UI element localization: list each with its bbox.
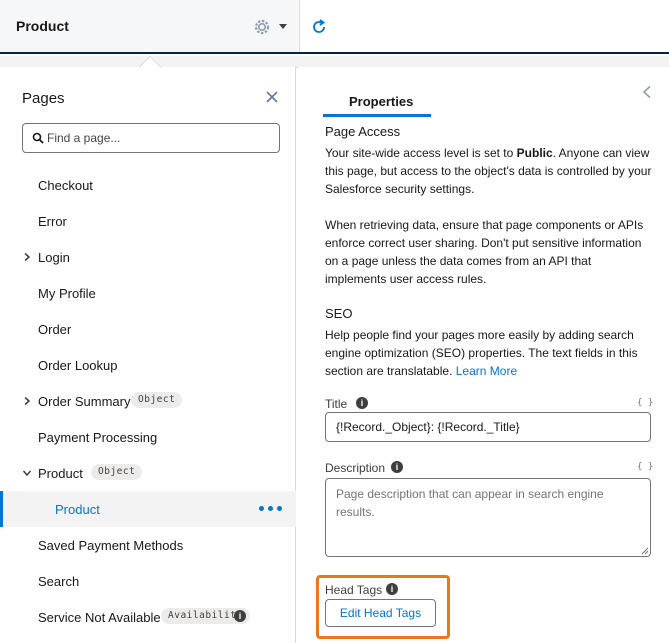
- tab-properties[interactable]: Properties: [323, 85, 431, 117]
- pages-panel: Pages Checkout Error Login My Profile Or…: [0, 67, 296, 643]
- object-badge: Object: [131, 392, 183, 408]
- more-actions-icon[interactable]: [259, 506, 283, 512]
- description-field-label: Description: [325, 461, 386, 475]
- caret-down-icon[interactable]: [279, 24, 287, 29]
- merge-field-icon[interactable]: { }: [637, 462, 653, 472]
- list-item[interactable]: Order: [0, 311, 296, 347]
- pages-panel-title: Pages: [22, 90, 65, 107]
- object-badge: Object: [91, 464, 143, 480]
- list-item[interactable]: Error: [0, 203, 296, 239]
- close-icon[interactable]: [264, 89, 280, 105]
- page-access-warning: When retrieving data, ensure that page c…: [325, 218, 644, 286]
- page-selector[interactable]: Product: [0, 0, 300, 52]
- page-item-label: Order Summary: [38, 394, 131, 409]
- merge-field-icon[interactable]: { }: [637, 398, 653, 408]
- properties-panel: Properties Page Access Your site-wide ac…: [297, 67, 669, 643]
- list-item[interactable]: Login: [0, 239, 296, 275]
- title-field[interactable]: {!Record._Object}: {!Record._Title}: [325, 412, 651, 442]
- page-item-label: Search: [38, 574, 80, 589]
- page-item-label: Login: [38, 250, 70, 265]
- list-item[interactable]: Payment Processing: [0, 419, 296, 455]
- current-page-name: Product: [16, 18, 69, 34]
- list-item[interactable]: Service Not Available Availability i: [0, 599, 296, 635]
- page-item-label: Saved Payment Methods: [38, 538, 184, 553]
- page-access-text: Your site-wide access level is set to Pu…: [325, 146, 652, 196]
- refresh-icon[interactable]: [309, 17, 329, 37]
- info-icon[interactable]: i: [386, 583, 398, 595]
- title-field-label: Title: [325, 397, 348, 411]
- search-icon: [32, 132, 44, 144]
- info-icon[interactable]: i: [234, 610, 246, 622]
- list-item[interactable]: My Profile: [0, 275, 296, 311]
- learn-more-link[interactable]: Learn More: [456, 364, 517, 378]
- list-item[interactable]: Order Lookup: [0, 347, 296, 383]
- chevron-down-icon[interactable]: [22, 468, 32, 478]
- list-item[interactable]: Search: [0, 563, 296, 599]
- list-item[interactable]: Checkout: [0, 167, 296, 203]
- chevron-left-icon[interactable]: [641, 85, 653, 99]
- page-item-label: Payment Processing: [38, 430, 158, 445]
- seo-heading: SEO: [325, 306, 353, 321]
- page-item-label: My Profile: [38, 286, 96, 301]
- list-item[interactable]: Order Summary Object: [0, 383, 296, 419]
- info-icon[interactable]: i: [356, 397, 368, 409]
- top-bar: Product: [0, 0, 669, 54]
- gear-icon[interactable]: [252, 17, 272, 37]
- page-item-label: Order: [38, 322, 72, 337]
- page-item-label: Order Lookup: [38, 358, 118, 373]
- tab-properties-label: Properties: [349, 94, 414, 109]
- chevron-right-icon[interactable]: [22, 396, 32, 406]
- head-tags-label: Head Tags: [325, 583, 383, 597]
- page-item-label: Checkout: [38, 178, 93, 193]
- seo-text: Help people find your pages more easily …: [325, 328, 638, 378]
- page-item-label: Product: [55, 502, 100, 517]
- page-search: [22, 123, 280, 153]
- page-item-label: Service Not Available: [38, 610, 161, 625]
- edit-head-tags-button[interactable]: Edit Head Tags: [325, 599, 436, 627]
- list-item-selected[interactable]: Product: [0, 491, 296, 527]
- list-item[interactable]: Saved Payment Methods: [0, 527, 296, 563]
- chevron-right-icon[interactable]: [22, 252, 32, 262]
- info-icon[interactable]: i: [391, 461, 403, 473]
- search-input[interactable]: [47, 129, 275, 147]
- resize-handle-icon[interactable]: [641, 547, 649, 555]
- page-item-label: Error: [38, 214, 67, 229]
- description-field[interactable]: [325, 478, 651, 557]
- page-item-label: Product: [38, 466, 83, 481]
- page-access-heading: Page Access: [325, 124, 401, 139]
- list-item[interactable]: Product Object: [0, 455, 296, 491]
